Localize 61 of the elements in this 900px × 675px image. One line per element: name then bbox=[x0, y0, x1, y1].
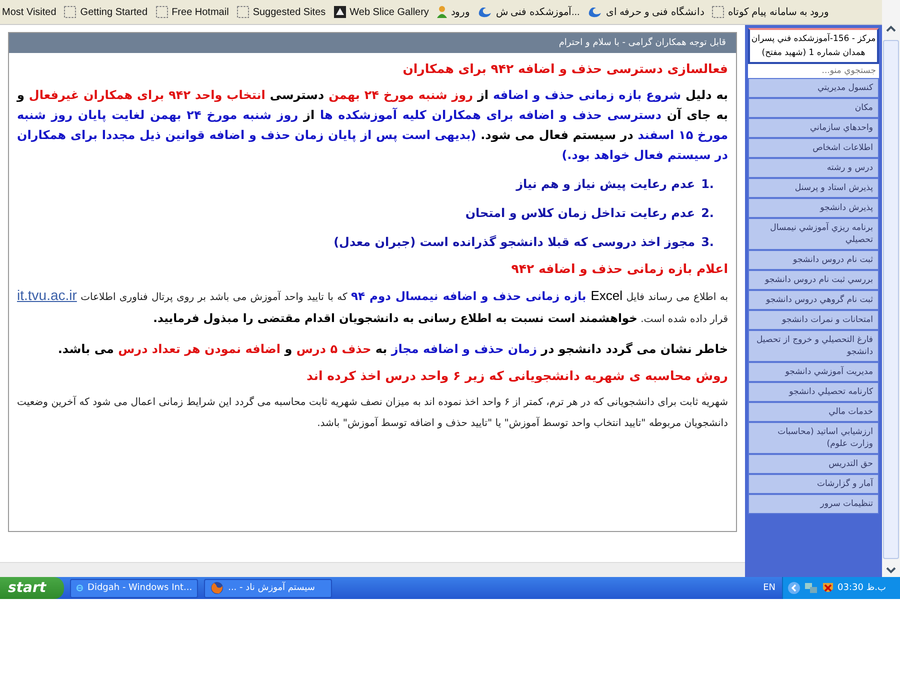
menu-item[interactable]: کنسول مديريتي bbox=[748, 78, 879, 98]
menu-item[interactable]: ثبت نام دروس دانشجو bbox=[748, 250, 879, 270]
menu-item[interactable]: مديريت آموزشي دانشجو bbox=[748, 362, 879, 382]
bookmark-link[interactable]: ورود به سامانه پیام کوتاه bbox=[710, 5, 830, 19]
slice-icon bbox=[332, 5, 347, 19]
menu-item[interactable]: خدمات مالي bbox=[748, 402, 879, 422]
menu-item[interactable]: پذيرش استاد و پرسنل bbox=[748, 178, 879, 198]
page-icon bbox=[63, 5, 78, 19]
rule-item: مجوز اخذ دروسی که قبلا دانشجو گذرانده است (جبران معدل) bbox=[334, 235, 696, 249]
page-icon bbox=[236, 5, 250, 19]
section-heading: اعلام بازه زمانی حذف و اضافه ۹۴۲ bbox=[510, 261, 728, 276]
clock: 03:30 ب.ظ bbox=[838, 583, 886, 593]
list-number: 2. bbox=[701, 206, 714, 220]
menu-item[interactable]: برنامه ريزي آموزشي نيمسال تحصيلي bbox=[748, 218, 879, 250]
menu-item[interactable]: درس و رشته bbox=[748, 158, 879, 178]
menu-item[interactable]: فارغ التحصيلي و خروج از تحصيل دانشجو bbox=[748, 330, 879, 362]
notice-paragraph: شهریه ثابت برای دانشجویانی که در هر ترم، کمتر از ۶ واحد اخذ نموده اند به میزان نصف شهریه ثابت محاسبه می گردد این شرایط زمانی اعمال می شود که آخرین وضعیت دانشجویان مربوطه "تایید انتخاب واحد توسط آموزش" یا "تایید حذف و اضافه توسط آموزش" باشد. bbox=[17, 394, 728, 431]
bookmark-link[interactable]: ورود bbox=[436, 5, 470, 19]
website-link[interactable]: it.tvu.ac.ir bbox=[17, 287, 77, 303]
menu-item[interactable]: بررسي ثبت نام دروس دانشجو bbox=[748, 270, 879, 290]
list-number: 3. bbox=[701, 235, 714, 249]
notice-paragraph: به دلیل شروع بازه زمانی حذف و اضافه از روز شنبه مورخ ۲۴ بهمن دسترسی انتخاب واحد ۹۴۲ برای همکاران غیرفعال و به جای آن دسترسی حذف و اضافه برای همکاران کلیه آموزشکده ها از روز شنبه مورخ ۲۴ بهمن لغایت پایان روز شنبه مورخ ۱۵ اسفند در سیستم فعال می شود. (بدیهی است پس از پایان زمان حذف و اضافه قوانین ذیل مجددا برای همکاران در سیستم فعال خواهد بود.) bbox=[17, 87, 728, 164]
menu-item[interactable]: پذيرش دانشجو bbox=[748, 198, 879, 218]
center-name: مرکز - 156-آموزشکده فني پسران همدان شماره 1 (شهيد مفتح) bbox=[748, 28, 879, 64]
menu-item[interactable]: حق التدريس bbox=[748, 454, 879, 474]
bookmark-link[interactable]: Getting Started bbox=[63, 5, 148, 19]
shield-icon[interactable] bbox=[820, 581, 835, 595]
page-icon bbox=[154, 5, 169, 19]
section-heading: روش محاسبه ی شهریه دانشجویانی که زیر ۶ واحد درس اخذ کرده اند bbox=[306, 368, 728, 383]
person-icon bbox=[436, 5, 448, 19]
vertical-scrollbar[interactable] bbox=[882, 0, 900, 577]
rule-item: عدم رعایت پیش نیاز و هم نیاز bbox=[516, 177, 696, 191]
bookmark-link[interactable]: Suggested Sites bbox=[236, 5, 326, 19]
taskbar-button[interactable]: سیستم آموزش ناد - ... bbox=[204, 578, 332, 598]
panel-title: قابل توجه همکاران گرامی - با سلام و احترام bbox=[9, 33, 736, 53]
menu-item[interactable]: اطلاعات اشخاص bbox=[748, 138, 879, 158]
rule-item: عدم رعایت تداخل زمان کلاس و امتحان bbox=[465, 206, 696, 220]
menu-item[interactable]: امتحانات و نمرات دانشجو bbox=[748, 310, 879, 330]
menu-item[interactable]: کارنامه تحصيلي دانشجو bbox=[748, 382, 879, 402]
list-number: 1. bbox=[701, 177, 714, 191]
menu-item[interactable]: ثبت نام گروهي دروس دانشجو bbox=[748, 290, 879, 310]
section-heading: فعالسازی دسترسی حذف و اضافه ۹۴۲ برای همکاران bbox=[402, 61, 728, 76]
network-icon[interactable] bbox=[804, 581, 818, 595]
bookmark-link[interactable]: دانشگاه فنی و حرفه ای bbox=[586, 5, 704, 19]
menu-search-field[interactable]: جستجوي منو... bbox=[748, 64, 879, 78]
menu-item[interactable]: ارزشيابي اساتيد (محاسبات وزارت علوم) bbox=[748, 422, 879, 454]
menu-item[interactable]: واحدهاي سازماني bbox=[748, 118, 879, 138]
bookmark-link[interactable]: Most Visited bbox=[2, 6, 56, 18]
notice-paragraph: خاطر نشان می گردد دانشجو در زمان حذف و اضافه مجاز به حذف ۵ درس و اضافه نمودن هر تعداد درس می باشد. bbox=[56, 341, 728, 358]
horizontal-scrollbar[interactable] bbox=[0, 562, 745, 577]
language-indicator[interactable]: EN bbox=[763, 583, 776, 593]
globe-fox-icon bbox=[210, 581, 224, 595]
start-button[interactable]: start bbox=[0, 577, 64, 599]
bookmark-link[interactable]: آموزشکده فنی ش... bbox=[476, 5, 580, 19]
bookmark-link[interactable]: Free Hotmail bbox=[154, 5, 229, 19]
bookmark-link[interactable]: Web Slice Gallery bbox=[332, 5, 429, 19]
menu-item[interactable]: آمار و گزارشات bbox=[748, 474, 879, 494]
menu-item[interactable]: مکان bbox=[748, 98, 879, 118]
page-icon bbox=[710, 5, 725, 19]
menu-item[interactable]: تنظيمات سرور bbox=[748, 494, 879, 514]
taskbar-button[interactable]: Didgah - Windows Int... bbox=[70, 578, 198, 598]
